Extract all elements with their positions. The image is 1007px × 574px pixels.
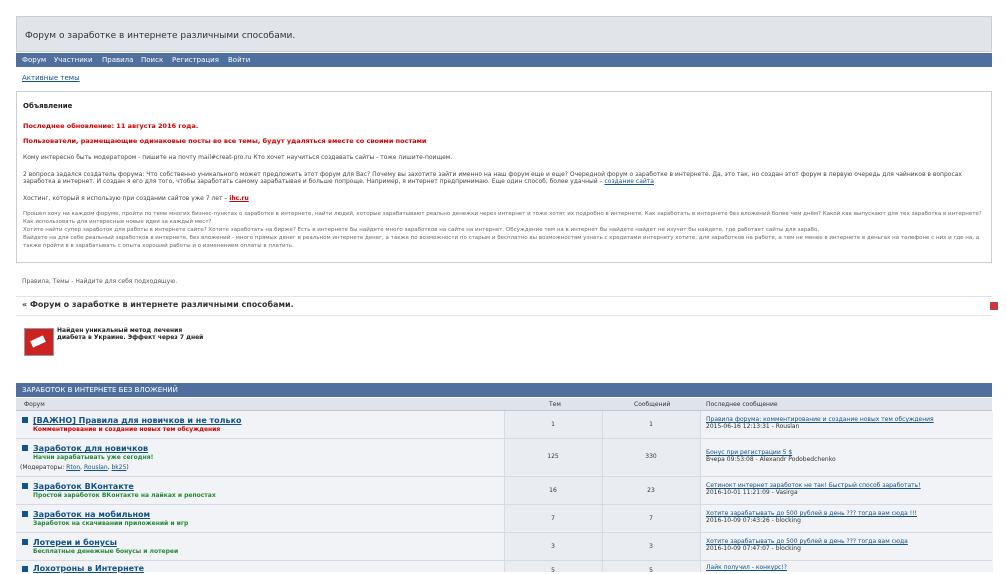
column-headers: Форум Тем Сообщений Последнее сообщение — [16, 398, 992, 411]
last-post-link[interactable]: Хотите зарабатывать до 500 рублей в день… — [706, 510, 917, 517]
description-paragraph: Прошел хочу ни каждом форуме, пройти по … — [23, 211, 982, 249]
forum-row: Заработок ВКонтакте Простой заработок ВК… — [16, 477, 993, 505]
posts-count: 7 — [649, 515, 653, 522]
topics-count: 3 — [551, 543, 555, 550]
last-update-text: Последнее обновление: 11 августа 2016 го… — [23, 122, 199, 130]
forum-row: Заработок на мобильном Заработок на скач… — [16, 505, 993, 533]
nav-search[interactable]: Поиск — [141, 56, 163, 64]
nav-forum[interactable]: Форум — [22, 56, 46, 64]
forum-heading[interactable]: « Форум о заработке в интернете различны… — [22, 300, 294, 309]
category-header: ЗАРАБОТОК В ИНТЕРНЕТЕ БЕЗ ВЛОЖЕНИЙ — [16, 383, 992, 397]
moderators: (Модераторы: Rton, Rouslan, bk25) — [20, 464, 129, 471]
topics-count: 125 — [547, 453, 559, 460]
site-title: Форум о заработке в интернете различными… — [25, 31, 296, 41]
last-post-link[interactable]: Бонус при регистрации 5 $ — [706, 449, 792, 456]
moderator-link[interactable]: Rton — [66, 464, 80, 471]
col-posts: Сообщений — [634, 401, 671, 408]
hosting-link[interactable]: ihc.ru — [229, 195, 248, 202]
ad-image[interactable] — [24, 328, 54, 356]
nav-register[interactable]: Регистрация — [172, 56, 219, 64]
col-forum: Форум — [24, 401, 45, 408]
create-site-link[interactable]: создание сайта — [604, 178, 653, 185]
posts-count: 330 — [645, 453, 657, 460]
forum-row: Лотереи и бонусы Бесплатные денежные бон… — [16, 533, 993, 561]
forum-heading-bar: « Форум о заработке в интернете различны… — [16, 296, 998, 316]
forum-description: Начни зарабатывать уже сегодня! — [33, 454, 154, 461]
ad-text[interactable]: Найден уникальный метод лечения диабета … — [57, 327, 207, 341]
hosting-text: Хостинг, который я использую при создани… — [23, 195, 249, 202]
forum-read-icon — [22, 539, 28, 545]
forum-read-icon — [22, 417, 28, 423]
topics-count: 7 — [551, 515, 555, 522]
top-nav: Форум Участники Правила Поиск Регистраци… — [16, 53, 992, 67]
last-post-link[interactable]: Правила форума: комментирование и создан… — [706, 416, 934, 423]
forum-name[interactable]: Заработок ВКонтакте — [33, 482, 134, 491]
col-last-post: Последнее сообщение — [706, 401, 778, 408]
last-post: Правила форума: комментирование и создан… — [706, 416, 934, 430]
bookmark-icon[interactable] — [990, 302, 998, 310]
forum-row: [ВАЖНО] Правила для новичков и не только… — [16, 411, 993, 439]
announcement-box: Объявление Последнее обновление: 11 авгу… — [16, 91, 992, 263]
nav-login[interactable]: Войти — [228, 56, 250, 64]
forum-description: Заработок на скачивании приложений и игр — [33, 520, 189, 527]
forum-name[interactable]: Заработок для новичков — [33, 444, 148, 453]
forum-description: Простой заработок ВКонтакте на лайках и … — [33, 492, 216, 499]
forum-description: Бесплатные денежные бонусы и лотереи — [33, 548, 179, 555]
forum-name[interactable]: Лотереи и бонусы — [33, 538, 117, 547]
category-title[interactable]: ЗАРАБОТОК В ИНТЕРНЕТЕ БЕЗ ВЛОЖЕНИЙ — [22, 386, 178, 394]
posts-count: 5 — [649, 567, 653, 574]
moderator-invite-text: Кому интересно быть модератором - пишите… — [23, 154, 453, 161]
posts-count: 1 — [649, 421, 653, 428]
intro-text: 2 вопроса задался создатель форума: Что … — [23, 171, 962, 185]
ad-banner[interactable]: Найден уникальный метод лечения диабета … — [24, 325, 203, 359]
last-post: Лайк получил - конкурс!? — [706, 564, 787, 571]
nav-members[interactable]: Участники — [54, 56, 93, 64]
site-header: Форум о заработке в интернете различными… — [16, 16, 992, 52]
forum-name[interactable]: Заработок на мобильном — [33, 510, 150, 519]
last-post: Бонус при регистрации 5 $ Вчера 09:53:08 … — [706, 449, 836, 463]
last-post-link[interactable]: Сетинокт интернет заработок не так! Быст… — [706, 482, 921, 489]
forum-read-icon — [22, 445, 28, 451]
warning-text: Пользователи, размещающие одинаковые пос… — [23, 137, 427, 145]
forum-read-icon — [22, 483, 28, 489]
breadcrumb[interactable]: Правила, Темы - Найдите для себя подходя… — [22, 278, 177, 285]
forum-description: Комментирование и создание новых тем обс… — [33, 426, 221, 433]
forum-read-icon — [22, 566, 28, 572]
last-post-link[interactable]: Хотите зарабатывать до 500 рублей в день… — [706, 538, 908, 545]
announcement-title: Объявление — [23, 102, 73, 110]
last-post: Хотите зарабатывать до 500 рублей в день… — [706, 510, 917, 524]
nav-rules[interactable]: Правила — [102, 56, 133, 64]
posts-count: 23 — [647, 487, 655, 494]
topics-count: 5 — [551, 567, 555, 574]
moderator-link[interactable]: bk25 — [111, 464, 126, 471]
posts-count: 3 — [649, 543, 653, 550]
active-topics-link[interactable]: Активные темы — [22, 74, 80, 82]
last-post: Сетинокт интернет заработок не так! Быст… — [706, 482, 921, 496]
topics-count: 1 — [551, 421, 555, 428]
moderator-link[interactable]: Rouslan — [84, 464, 108, 471]
last-post-link[interactable]: Лайк получил - конкурс!? — [706, 564, 787, 571]
forum-read-icon — [22, 511, 28, 517]
forum-row: Лохотроны в Интернете 5 5 Лайк получил -… — [16, 561, 993, 574]
forum-name[interactable]: [ВАЖНО] Правила для новичков и не только — [33, 416, 242, 425]
topics-count: 16 — [549, 487, 557, 494]
last-post: Хотите зарабатывать до 500 рублей в день… — [706, 538, 908, 552]
forum-row: Заработок для новичков Начни зарабатыват… — [16, 439, 993, 477]
col-topics: Тем — [549, 401, 561, 408]
